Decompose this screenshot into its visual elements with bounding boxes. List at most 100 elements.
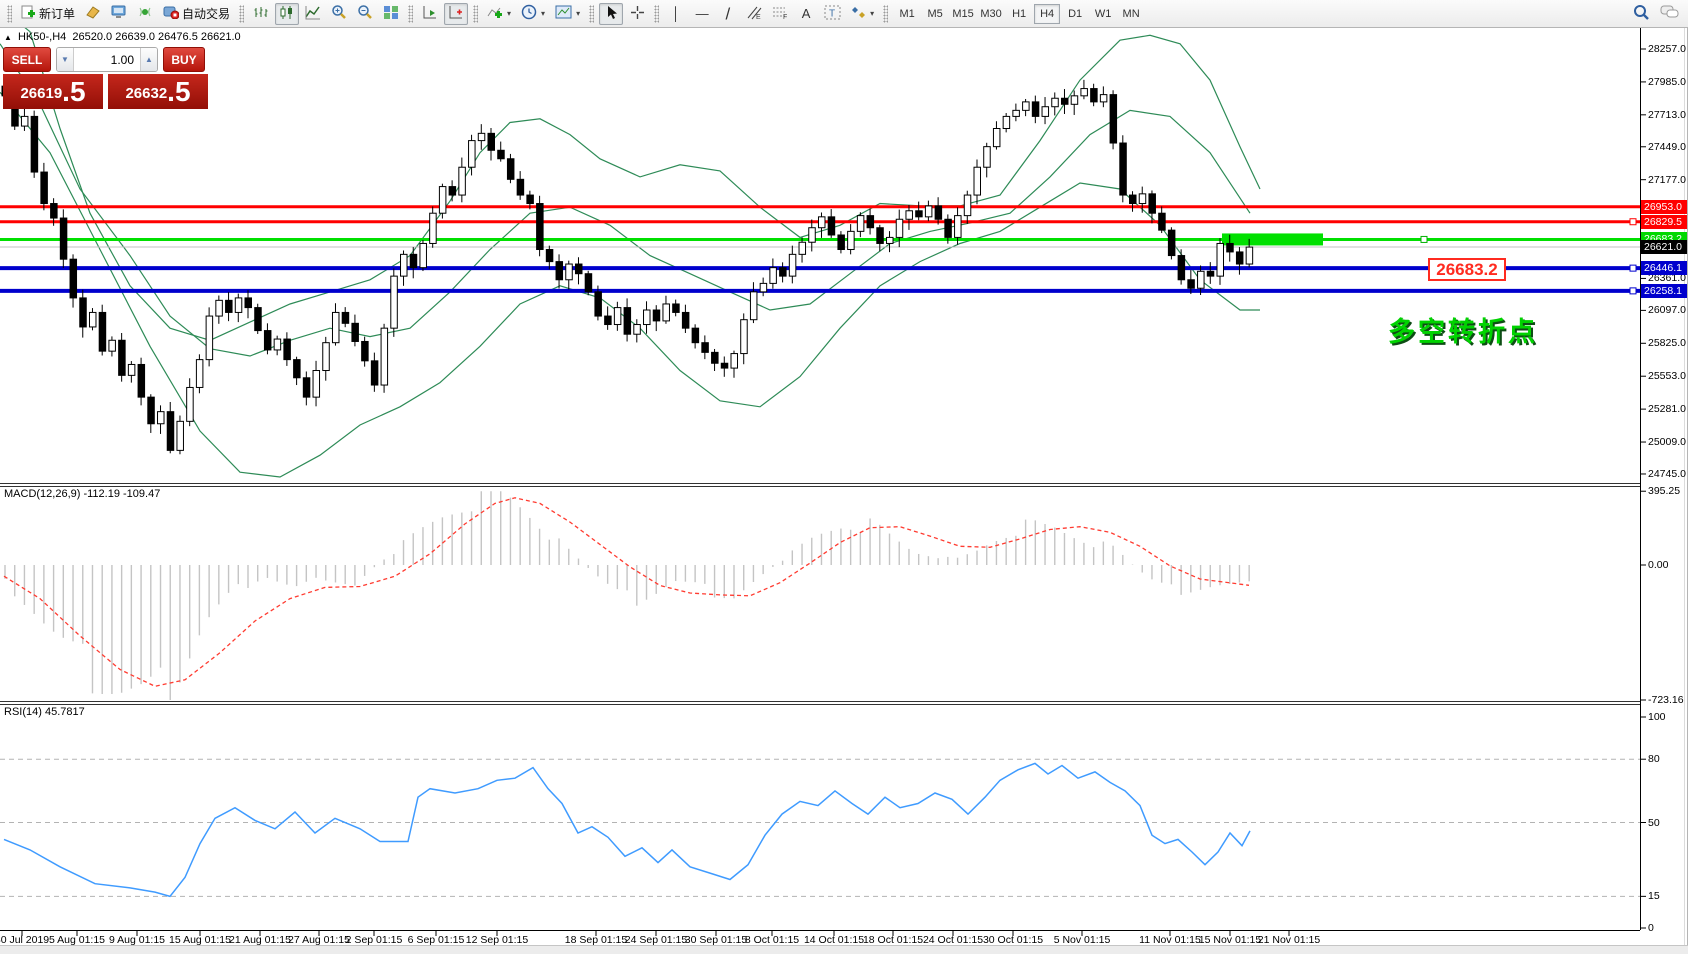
svg-text:E: E: [756, 14, 761, 20]
timeframe-button-mn[interactable]: MN: [1118, 4, 1144, 24]
price-axis-label: 25825.0: [1648, 337, 1686, 349]
zoom-in-button[interactable]: [327, 3, 351, 25]
equidistant-channel-button[interactable]: E: [742, 3, 766, 25]
candle-body: [313, 371, 320, 398]
buy-button[interactable]: BUY: [163, 47, 205, 72]
candle-body: [80, 298, 87, 327]
timeframe-button-m30[interactable]: M30: [978, 4, 1004, 24]
candle-body: [303, 378, 310, 397]
candle-body: [498, 150, 505, 158]
timeframe-group: M1M5M15M30H1H4D1W1MN: [893, 4, 1145, 24]
text-tool-button[interactable]: A: [794, 3, 818, 25]
macd-signal-line: [4, 498, 1249, 687]
time-axis-label: 11 Nov 01:15: [1139, 934, 1201, 945]
line-handle-marker[interactable]: [1630, 219, 1636, 225]
timeframe-button-m1[interactable]: M1: [894, 4, 920, 24]
candle-body: [624, 308, 631, 335]
sell-button[interactable]: SELL: [3, 47, 51, 72]
candle-body: [187, 387, 194, 421]
price-line-tag: 26446.1: [1641, 261, 1688, 275]
line-handle-marker[interactable]: [1421, 236, 1427, 242]
candle-body: [1207, 271, 1214, 276]
tile-windows-button[interactable]: [379, 3, 403, 25]
auto-trading-button[interactable]: 自动交易: [159, 3, 234, 25]
fibonacci-button[interactable]: F: [768, 3, 792, 25]
candle-body: [323, 343, 330, 371]
candle-body: [780, 268, 787, 276]
text-label-button[interactable]: T: [820, 3, 845, 25]
candle-body: [439, 187, 446, 214]
trend-highlight-bar[interactable]: [1222, 233, 1323, 245]
candlestick-icon: [279, 5, 295, 23]
macd-axis-label: -723.16: [1648, 694, 1684, 706]
volume-input[interactable]: 1.00: [74, 48, 140, 71]
line-handle-marker[interactable]: [1630, 288, 1636, 294]
candle-body: [1236, 252, 1243, 264]
candle-body: [673, 304, 680, 312]
time-axis-label: 18 Sep 01:15: [565, 934, 627, 945]
candle-body: [1188, 280, 1195, 288]
indicators-icon: [487, 5, 503, 23]
periods-button[interactable]: ▾: [517, 3, 549, 25]
horizontal-line-button[interactable]: —: [690, 3, 714, 25]
line-handle-marker[interactable]: [1630, 265, 1636, 271]
candle-body: [682, 312, 689, 328]
charts-window-button[interactable]: [107, 3, 131, 25]
candle-body: [391, 276, 398, 328]
chart-header: ▲ HK50-,H4 26520.0 26639.0 26476.5 26621…: [4, 31, 241, 43]
collapse-panel-icon[interactable]: ▲: [4, 33, 12, 42]
zoom-out-button[interactable]: [353, 3, 377, 25]
candle-body: [848, 231, 855, 249]
vertical-line-button[interactable]: │: [664, 3, 688, 25]
price-line-tag: 26953.0: [1641, 200, 1688, 214]
candle-body: [517, 179, 524, 195]
candle-body: [507, 159, 514, 180]
candle-body: [877, 228, 884, 244]
auto-scroll-button[interactable]: [418, 3, 442, 25]
timeframe-button-m5[interactable]: M5: [922, 4, 948, 24]
timeframe-button-w1[interactable]: W1: [1090, 4, 1116, 24]
arrows-tool-icon: [851, 5, 866, 23]
dropdown-arrow-icon: ▾: [870, 9, 874, 18]
candle-body: [964, 195, 971, 216]
timeframe-button-h1[interactable]: H1: [1006, 4, 1032, 24]
candle-body: [245, 298, 252, 308]
cursor-button[interactable]: [599, 3, 623, 25]
templates-button[interactable]: ▾: [551, 3, 584, 25]
volume-decrease-button[interactable]: ▼: [57, 48, 74, 71]
trendline-button[interactable]: /: [716, 3, 740, 25]
candlestick-chart-button[interactable]: [275, 3, 299, 25]
sell-price-display[interactable]: 26619.5: [3, 74, 103, 109]
time-axis-label: 21 Nov 01:15: [1258, 934, 1320, 945]
text-tool-icon: A: [802, 7, 811, 20]
candle-body: [1003, 116, 1010, 128]
timeframe-button-m15[interactable]: M15: [950, 4, 976, 24]
indicators-button[interactable]: ▾: [483, 3, 515, 25]
candle-body: [566, 264, 573, 280]
crosshair-button[interactable]: [625, 3, 649, 25]
candle-body: [401, 254, 408, 276]
chart-shift-button[interactable]: [444, 3, 468, 25]
new-order-button[interactable]: 新订单: [17, 3, 79, 25]
price-axis-label: 27985.0: [1648, 76, 1686, 88]
text-label-icon: T: [824, 5, 841, 23]
buy-price-display[interactable]: 26632.5: [108, 74, 208, 109]
search-button[interactable]: [1629, 3, 1654, 25]
timeframe-button-h4[interactable]: H4: [1034, 4, 1060, 24]
volume-increase-button[interactable]: ▲: [140, 48, 157, 71]
arrows-tool-button[interactable]: ▾: [847, 3, 878, 25]
styler-button[interactable]: [81, 3, 105, 25]
chart-window[interactable]: ▲ HK50-,H4 26520.0 26639.0 26476.5 26621…: [0, 28, 1688, 945]
candle-body: [605, 316, 612, 324]
bar-chart-button[interactable]: [249, 3, 273, 25]
timeframe-button-d1[interactable]: D1: [1062, 4, 1088, 24]
line-chart-button[interactable]: [301, 3, 325, 25]
time-axis-label: 24 Sep 01:15: [625, 934, 687, 945]
monitor-icon: [111, 5, 127, 22]
signals-button[interactable]: [133, 3, 157, 25]
trendline-price-tag[interactable]: 26683.2: [1428, 258, 1506, 281]
chat-button[interactable]: [1656, 3, 1684, 25]
chart-canvas[interactable]: [0, 28, 1688, 945]
candle-body: [109, 340, 116, 351]
candle-body: [809, 228, 816, 243]
